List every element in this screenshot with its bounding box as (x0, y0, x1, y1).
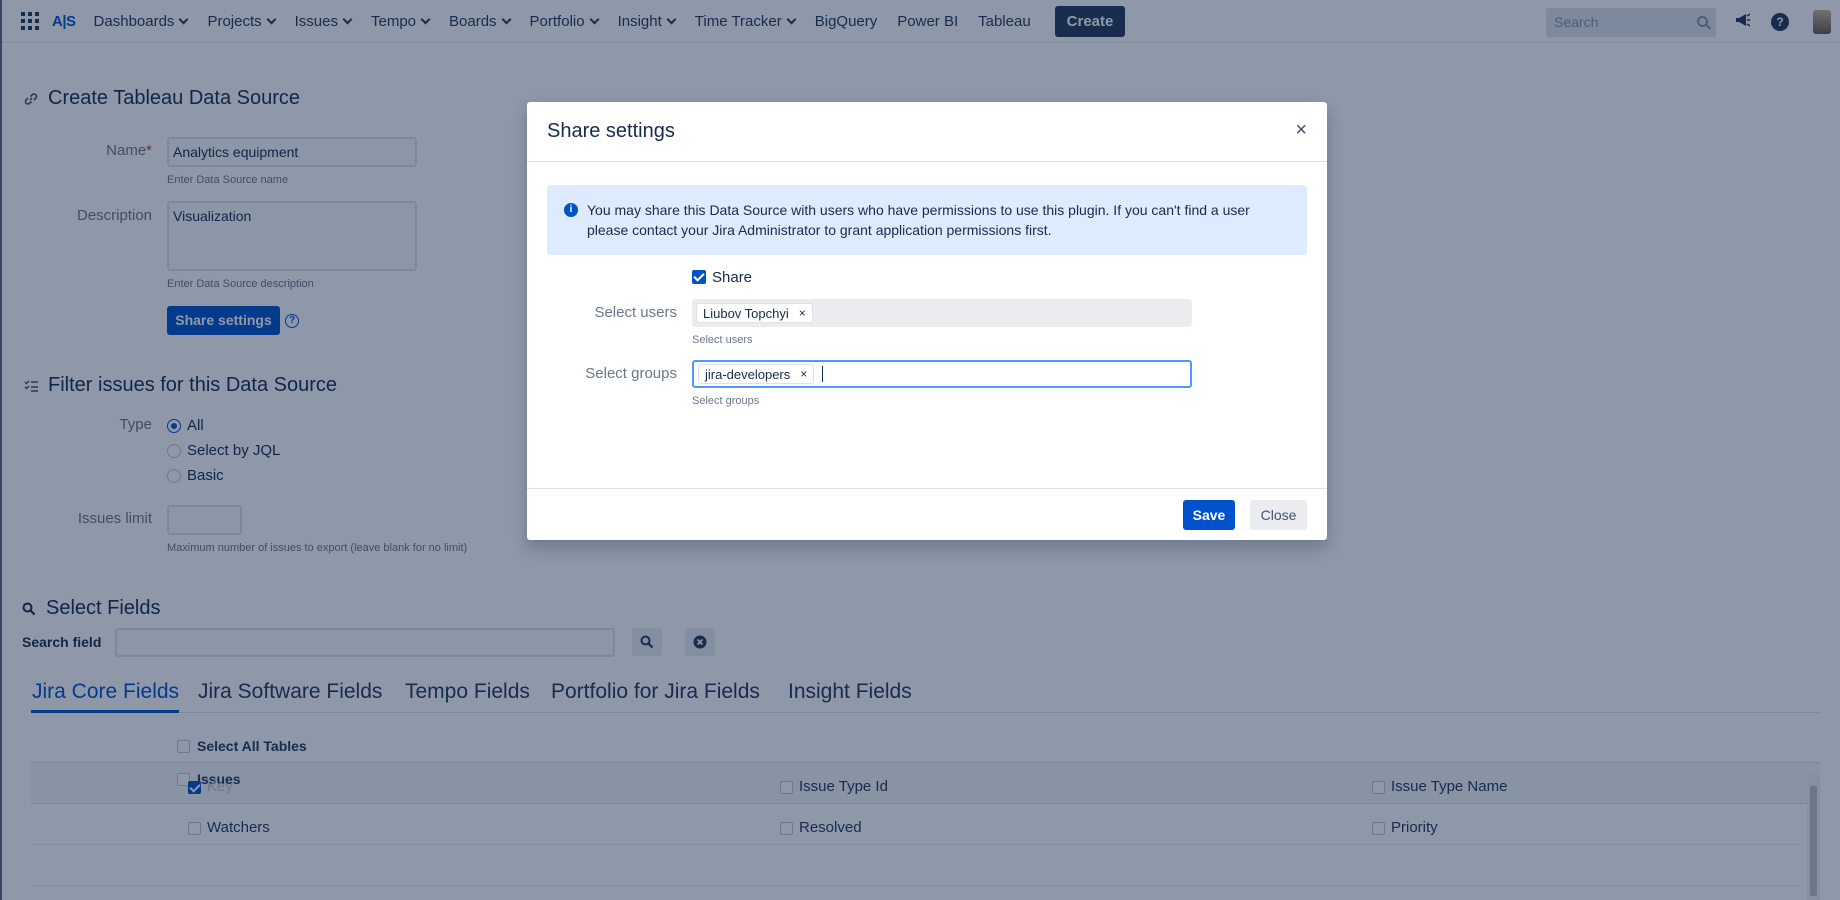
share-label: Share (712, 269, 753, 286)
selected-chip: jira-developers × (698, 364, 815, 384)
select-users-label: Select users (594, 304, 677, 321)
chip-label: jira-developers (705, 366, 791, 382)
dialog-footer-divider (527, 488, 1327, 489)
info-message: i You may share this Data Source with us… (547, 185, 1307, 255)
remove-chip-icon[interactable]: × (800, 367, 807, 381)
close-button[interactable]: Close (1250, 500, 1307, 530)
close-icon[interactable]: × (1295, 120, 1307, 140)
text-cursor (822, 366, 824, 382)
select-groups-label: Select groups (585, 365, 677, 382)
select-users-hint: Select users (692, 334, 753, 346)
save-button[interactable]: Save (1183, 500, 1235, 530)
select-groups-hint: Select groups (692, 395, 760, 407)
select-users-field[interactable]: Liubov Topchyi × (692, 299, 1192, 327)
chip-label: Liubov Topchyi (703, 305, 789, 321)
dialog-title: Share settings (547, 120, 675, 142)
info-text: You may share this Data Source with user… (587, 202, 1250, 238)
info-icon: i (564, 203, 578, 217)
remove-chip-icon[interactable]: × (799, 306, 806, 320)
share-settings-dialog: Share settings × i You may share this Da… (527, 102, 1327, 540)
selected-chip: Liubov Topchyi × (696, 303, 813, 323)
share-checkbox[interactable] (692, 270, 706, 284)
dialog-header: Share settings × (527, 102, 1327, 162)
select-groups-field[interactable]: jira-developers × (692, 360, 1192, 388)
